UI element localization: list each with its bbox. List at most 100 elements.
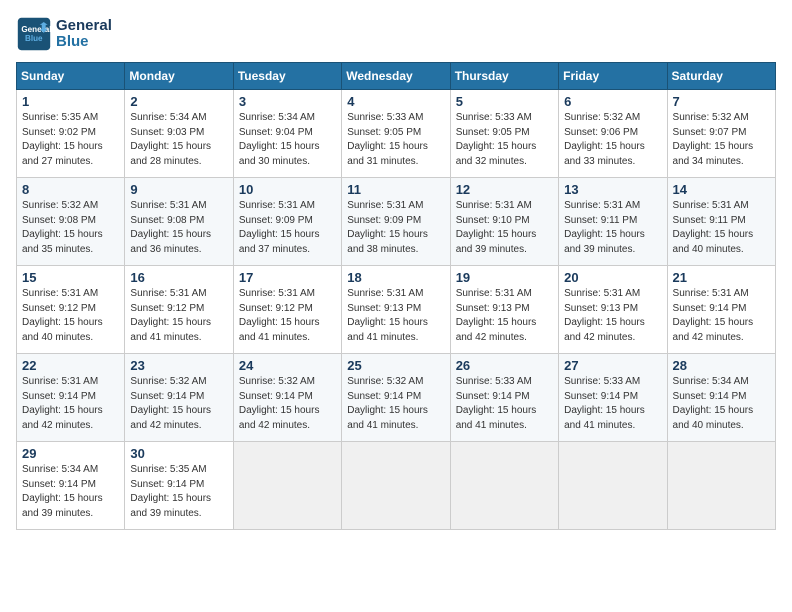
day-info: Sunrise: 5:31 AM Sunset: 9:14 PM Dayligh… <box>673 287 770 345</box>
sunrise-label: Sunrise: 5:32 AM <box>347 376 423 387</box>
daylight-label: Daylight: 15 hours and 28 minutes. <box>130 141 211 167</box>
daylight-label: Daylight: 15 hours and 36 minutes. <box>130 229 211 255</box>
sunset-label: Sunset: 9:12 PM <box>130 303 204 314</box>
day-number: 15 <box>22 270 119 285</box>
calendar-body: 1 Sunrise: 5:35 AM Sunset: 9:02 PM Dayli… <box>17 90 776 530</box>
calendar-cell: 30 Sunrise: 5:35 AM Sunset: 9:14 PM Dayl… <box>125 442 233 530</box>
daylight-label: Daylight: 15 hours and 41 minutes. <box>347 317 428 343</box>
day-info: Sunrise: 5:32 AM Sunset: 9:06 PM Dayligh… <box>564 111 661 169</box>
daylight-label: Daylight: 15 hours and 31 minutes. <box>347 141 428 167</box>
sunrise-label: Sunrise: 5:31 AM <box>239 288 315 299</box>
day-number: 12 <box>456 182 553 197</box>
day-number: 3 <box>239 94 336 109</box>
day-number: 24 <box>239 358 336 373</box>
daylight-label: Daylight: 15 hours and 40 minutes. <box>673 229 754 255</box>
sunset-label: Sunset: 9:14 PM <box>673 391 747 402</box>
daylight-label: Daylight: 15 hours and 42 minutes. <box>564 317 645 343</box>
calendar-cell: 16 Sunrise: 5:31 AM Sunset: 9:12 PM Dayl… <box>125 266 233 354</box>
calendar-cell: 1 Sunrise: 5:35 AM Sunset: 9:02 PM Dayli… <box>17 90 125 178</box>
day-number: 10 <box>239 182 336 197</box>
calendar-week-1: 1 Sunrise: 5:35 AM Sunset: 9:02 PM Dayli… <box>17 90 776 178</box>
day-info: Sunrise: 5:31 AM Sunset: 9:09 PM Dayligh… <box>239 199 336 257</box>
day-info: Sunrise: 5:31 AM Sunset: 9:11 PM Dayligh… <box>564 199 661 257</box>
day-info: Sunrise: 5:34 AM Sunset: 9:04 PM Dayligh… <box>239 111 336 169</box>
sunrise-label: Sunrise: 5:33 AM <box>347 112 423 123</box>
sunset-label: Sunset: 9:13 PM <box>564 303 638 314</box>
sunset-label: Sunset: 9:09 PM <box>347 215 421 226</box>
page-header: General Blue General Blue <box>16 16 776 52</box>
sunset-label: Sunset: 9:13 PM <box>347 303 421 314</box>
calendar-cell: 12 Sunrise: 5:31 AM Sunset: 9:10 PM Dayl… <box>450 178 558 266</box>
day-number: 7 <box>673 94 770 109</box>
day-info: Sunrise: 5:34 AM Sunset: 9:03 PM Dayligh… <box>130 111 227 169</box>
sunrise-label: Sunrise: 5:31 AM <box>130 200 206 211</box>
sunrise-label: Sunrise: 5:33 AM <box>456 376 532 387</box>
column-header-sunday: Sunday <box>17 63 125 90</box>
day-number: 27 <box>564 358 661 373</box>
day-info: Sunrise: 5:31 AM Sunset: 9:13 PM Dayligh… <box>347 287 444 345</box>
calendar-cell: 4 Sunrise: 5:33 AM Sunset: 9:05 PM Dayli… <box>342 90 450 178</box>
day-info: Sunrise: 5:35 AM Sunset: 9:14 PM Dayligh… <box>130 463 227 521</box>
calendar-cell <box>233 442 341 530</box>
sunrise-label: Sunrise: 5:31 AM <box>564 200 640 211</box>
calendar-cell: 25 Sunrise: 5:32 AM Sunset: 9:14 PM Dayl… <box>342 354 450 442</box>
calendar-week-4: 22 Sunrise: 5:31 AM Sunset: 9:14 PM Dayl… <box>17 354 776 442</box>
sunrise-label: Sunrise: 5:31 AM <box>22 288 98 299</box>
day-info: Sunrise: 5:31 AM Sunset: 9:12 PM Dayligh… <box>130 287 227 345</box>
calendar-cell: 2 Sunrise: 5:34 AM Sunset: 9:03 PM Dayli… <box>125 90 233 178</box>
sunset-label: Sunset: 9:02 PM <box>22 127 96 138</box>
day-number: 28 <box>673 358 770 373</box>
calendar-cell <box>559 442 667 530</box>
day-info: Sunrise: 5:31 AM Sunset: 9:12 PM Dayligh… <box>239 287 336 345</box>
sunrise-label: Sunrise: 5:35 AM <box>130 464 206 475</box>
calendar-week-3: 15 Sunrise: 5:31 AM Sunset: 9:12 PM Dayl… <box>17 266 776 354</box>
column-header-tuesday: Tuesday <box>233 63 341 90</box>
calendar-week-2: 8 Sunrise: 5:32 AM Sunset: 9:08 PM Dayli… <box>17 178 776 266</box>
sunrise-label: Sunrise: 5:31 AM <box>673 288 749 299</box>
sunrise-label: Sunrise: 5:34 AM <box>22 464 98 475</box>
day-number: 26 <box>456 358 553 373</box>
day-info: Sunrise: 5:34 AM Sunset: 9:14 PM Dayligh… <box>673 375 770 433</box>
sunset-label: Sunset: 9:14 PM <box>22 479 96 490</box>
column-header-wednesday: Wednesday <box>342 63 450 90</box>
sunset-label: Sunset: 9:12 PM <box>22 303 96 314</box>
column-header-monday: Monday <box>125 63 233 90</box>
daylight-label: Daylight: 15 hours and 32 minutes. <box>456 141 537 167</box>
calendar-cell: 20 Sunrise: 5:31 AM Sunset: 9:13 PM Dayl… <box>559 266 667 354</box>
daylight-label: Daylight: 15 hours and 30 minutes. <box>239 141 320 167</box>
calendar-header: SundayMondayTuesdayWednesdayThursdayFrid… <box>17 63 776 90</box>
daylight-label: Daylight: 15 hours and 42 minutes. <box>673 317 754 343</box>
column-header-friday: Friday <box>559 63 667 90</box>
calendar-cell: 22 Sunrise: 5:31 AM Sunset: 9:14 PM Dayl… <box>17 354 125 442</box>
day-number: 4 <box>347 94 444 109</box>
day-number: 23 <box>130 358 227 373</box>
day-info: Sunrise: 5:31 AM Sunset: 9:13 PM Dayligh… <box>564 287 661 345</box>
header-row: SundayMondayTuesdayWednesdayThursdayFrid… <box>17 63 776 90</box>
day-number: 25 <box>347 358 444 373</box>
day-number: 14 <box>673 182 770 197</box>
sunrise-label: Sunrise: 5:31 AM <box>347 288 423 299</box>
sunrise-label: Sunrise: 5:31 AM <box>564 288 640 299</box>
sunset-label: Sunset: 9:14 PM <box>564 391 638 402</box>
day-number: 6 <box>564 94 661 109</box>
calendar-cell: 6 Sunrise: 5:32 AM Sunset: 9:06 PM Dayli… <box>559 90 667 178</box>
calendar-cell <box>450 442 558 530</box>
day-number: 11 <box>347 182 444 197</box>
day-number: 8 <box>22 182 119 197</box>
sunset-label: Sunset: 9:03 PM <box>130 127 204 138</box>
day-info: Sunrise: 5:33 AM Sunset: 9:05 PM Dayligh… <box>456 111 553 169</box>
day-info: Sunrise: 5:35 AM Sunset: 9:02 PM Dayligh… <box>22 111 119 169</box>
calendar-cell: 7 Sunrise: 5:32 AM Sunset: 9:07 PM Dayli… <box>667 90 775 178</box>
calendar-cell: 23 Sunrise: 5:32 AM Sunset: 9:14 PM Dayl… <box>125 354 233 442</box>
sunrise-label: Sunrise: 5:33 AM <box>456 112 532 123</box>
sunset-label: Sunset: 9:08 PM <box>22 215 96 226</box>
sunrise-label: Sunrise: 5:31 AM <box>456 200 532 211</box>
column-header-thursday: Thursday <box>450 63 558 90</box>
sunrise-label: Sunrise: 5:34 AM <box>673 376 749 387</box>
sunset-label: Sunset: 9:09 PM <box>239 215 313 226</box>
calendar-cell: 18 Sunrise: 5:31 AM Sunset: 9:13 PM Dayl… <box>342 266 450 354</box>
calendar-cell: 24 Sunrise: 5:32 AM Sunset: 9:14 PM Dayl… <box>233 354 341 442</box>
sunrise-label: Sunrise: 5:31 AM <box>22 376 98 387</box>
calendar-cell: 21 Sunrise: 5:31 AM Sunset: 9:14 PM Dayl… <box>667 266 775 354</box>
day-info: Sunrise: 5:33 AM Sunset: 9:14 PM Dayligh… <box>456 375 553 433</box>
